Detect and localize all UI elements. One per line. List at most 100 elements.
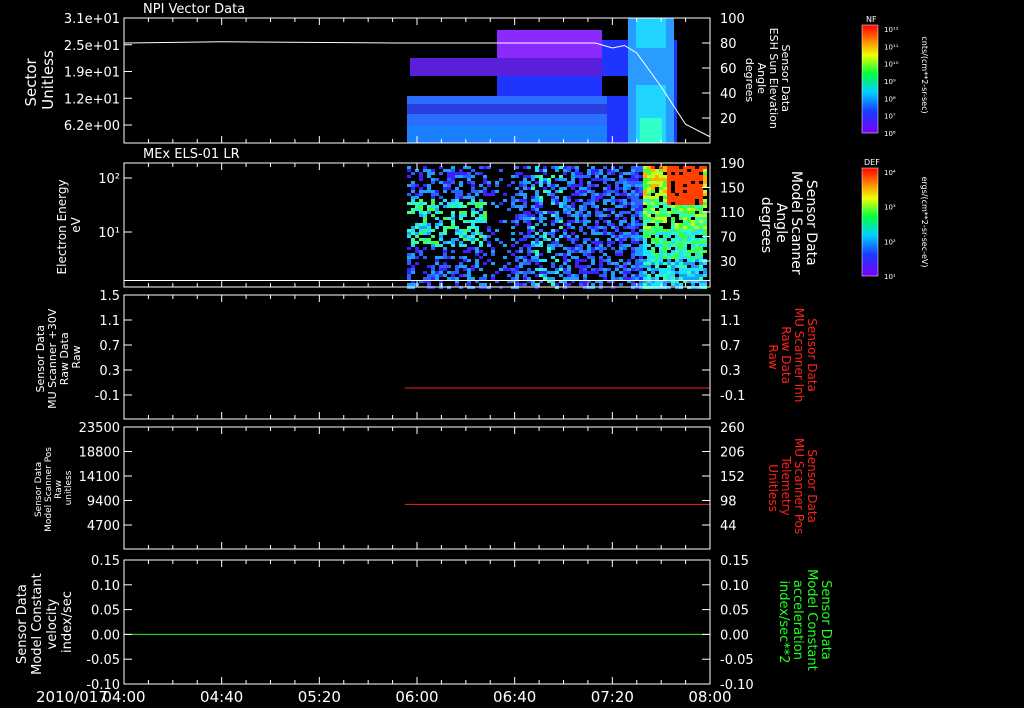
spectrogram-cell: [463, 214, 467, 217]
spectrogram-cell: [591, 184, 595, 187]
spectrogram-cell: [483, 235, 487, 238]
spectrogram-cell: [703, 202, 707, 205]
spectrogram-cell: [523, 175, 527, 178]
spectrogram-cell: [587, 265, 591, 268]
spectrogram-cell: [407, 235, 411, 238]
spectrogram-cell: [667, 214, 671, 217]
spectrogram-cell: [647, 274, 651, 277]
y-tick-label: 23500: [79, 421, 120, 436]
spectrogram-cell: [443, 262, 447, 265]
spectrogram-cell: [471, 190, 475, 193]
spectrogram-cell: [599, 283, 603, 286]
spectrogram-cell: [567, 274, 571, 277]
spectrogram-cell: [635, 199, 639, 202]
spectrogram-cell: [407, 211, 411, 214]
spectrogram-cell: [623, 244, 627, 247]
spectrogram-cell: [467, 235, 471, 238]
y2-axis-label: Sensor Data Model Scanner Angle degrees: [758, 171, 819, 279]
spectrogram-cell: [559, 178, 563, 181]
spectrogram-cell: [659, 193, 663, 196]
spectrogram-cell: [475, 217, 479, 220]
spectrogram-cell: [695, 253, 699, 256]
spectrogram-cell: [607, 259, 611, 262]
spectrogram-cell: [535, 211, 539, 214]
spectrogram-cell: [631, 184, 635, 187]
spectrogram-cell: [451, 172, 455, 175]
spectrogram-cell: [583, 268, 587, 271]
spectrogram-cell: [631, 220, 635, 223]
spectrogram-cell: [547, 181, 551, 184]
spectrogram-cell: [467, 172, 471, 175]
spectrogram-cell: [411, 190, 415, 193]
spectrogram-cell: [463, 256, 467, 259]
spectrogram-cell: [591, 271, 595, 274]
spectrogram-cell: [471, 247, 475, 250]
spectrogram-cell: [691, 259, 695, 262]
y2-tick-label: 0.15: [720, 554, 749, 569]
spectrogram-cell: [515, 205, 519, 208]
spectrogram-cell: [647, 193, 651, 196]
x-tick-label: 04:40: [200, 688, 243, 706]
spectrogram-cell: [563, 277, 567, 280]
spectrogram-cell: [519, 283, 523, 286]
spectrogram-cell: [555, 259, 559, 262]
spectrogram-cell: [431, 199, 435, 202]
spectrogram-cell: [663, 256, 667, 259]
spectrogram-cell: [423, 277, 427, 280]
spectrogram-cell: [567, 181, 571, 184]
spectrogram-cell: [535, 223, 539, 226]
spectrogram-cell: [555, 214, 559, 217]
spectrogram-cell: [435, 205, 439, 208]
colorbar-nf: NF 10¹²10¹¹10¹⁰10⁹10⁸10⁷10⁶ cnts/(cm**2-…: [861, 15, 929, 138]
spectrogram-cell: [555, 178, 559, 181]
spectrogram-cell: [531, 271, 535, 274]
spectrogram-cell: [411, 283, 415, 286]
spectrogram-cell: [455, 199, 459, 202]
spectrogram-cell: [455, 202, 459, 205]
spectrogram-cell: [431, 268, 435, 271]
spectrogram-cell: [703, 199, 707, 202]
spectrogram-cell: [635, 181, 639, 184]
spectrogram-cell: [679, 265, 683, 268]
spectrogram-cell: [663, 241, 667, 244]
y-tick-label: 0.10: [91, 579, 120, 594]
spectrogram-cell: [451, 181, 455, 184]
spectrogram-cell: [691, 175, 695, 178]
spectrogram-cell: [623, 271, 627, 274]
spectrogram-cell: [655, 181, 659, 184]
spectrogram-cell: [603, 208, 607, 211]
spectrogram-cell: [655, 193, 659, 196]
spectrogram-cell: [439, 268, 443, 271]
y2-tick-label: 110: [720, 206, 745, 221]
spectrogram-cell: [691, 220, 695, 223]
spectrogram-cell: [535, 244, 539, 247]
spectrogram-cell: [635, 208, 639, 211]
spectrogram-cell: [511, 253, 515, 256]
spectrogram-cell: [595, 196, 599, 199]
spectrogram-cell: [679, 229, 683, 232]
heatmap-block: [407, 104, 607, 114]
spectrogram-cell: [703, 214, 707, 217]
spectrogram-cell: [487, 241, 491, 244]
spectrogram-cell: [591, 247, 595, 250]
spectrogram-cell: [419, 208, 423, 211]
spectrogram-cell: [455, 196, 459, 199]
spectrogram-cell: [703, 226, 707, 229]
spectrogram-cell: [567, 259, 571, 262]
spectrogram-cell: [531, 178, 535, 181]
spectrogram-cell: [591, 256, 595, 259]
spectrogram-cell: [479, 250, 483, 253]
spectrogram-cell: [531, 244, 535, 247]
spectrogram-cell: [499, 202, 503, 205]
spectrogram-cell: [419, 193, 423, 196]
spectrogram-cell: [591, 172, 595, 175]
spectrogram-cell: [483, 220, 487, 223]
spectrogram-cell: [583, 202, 587, 205]
spectrogram-cell: [559, 166, 563, 169]
spectrogram-cell: [567, 220, 571, 223]
spectrogram-cell: [591, 268, 595, 271]
spectrogram-cell: [551, 214, 555, 217]
spectrogram-cell: [675, 265, 679, 268]
spectrogram-cell: [703, 283, 707, 286]
spectrogram-cell: [659, 232, 663, 235]
